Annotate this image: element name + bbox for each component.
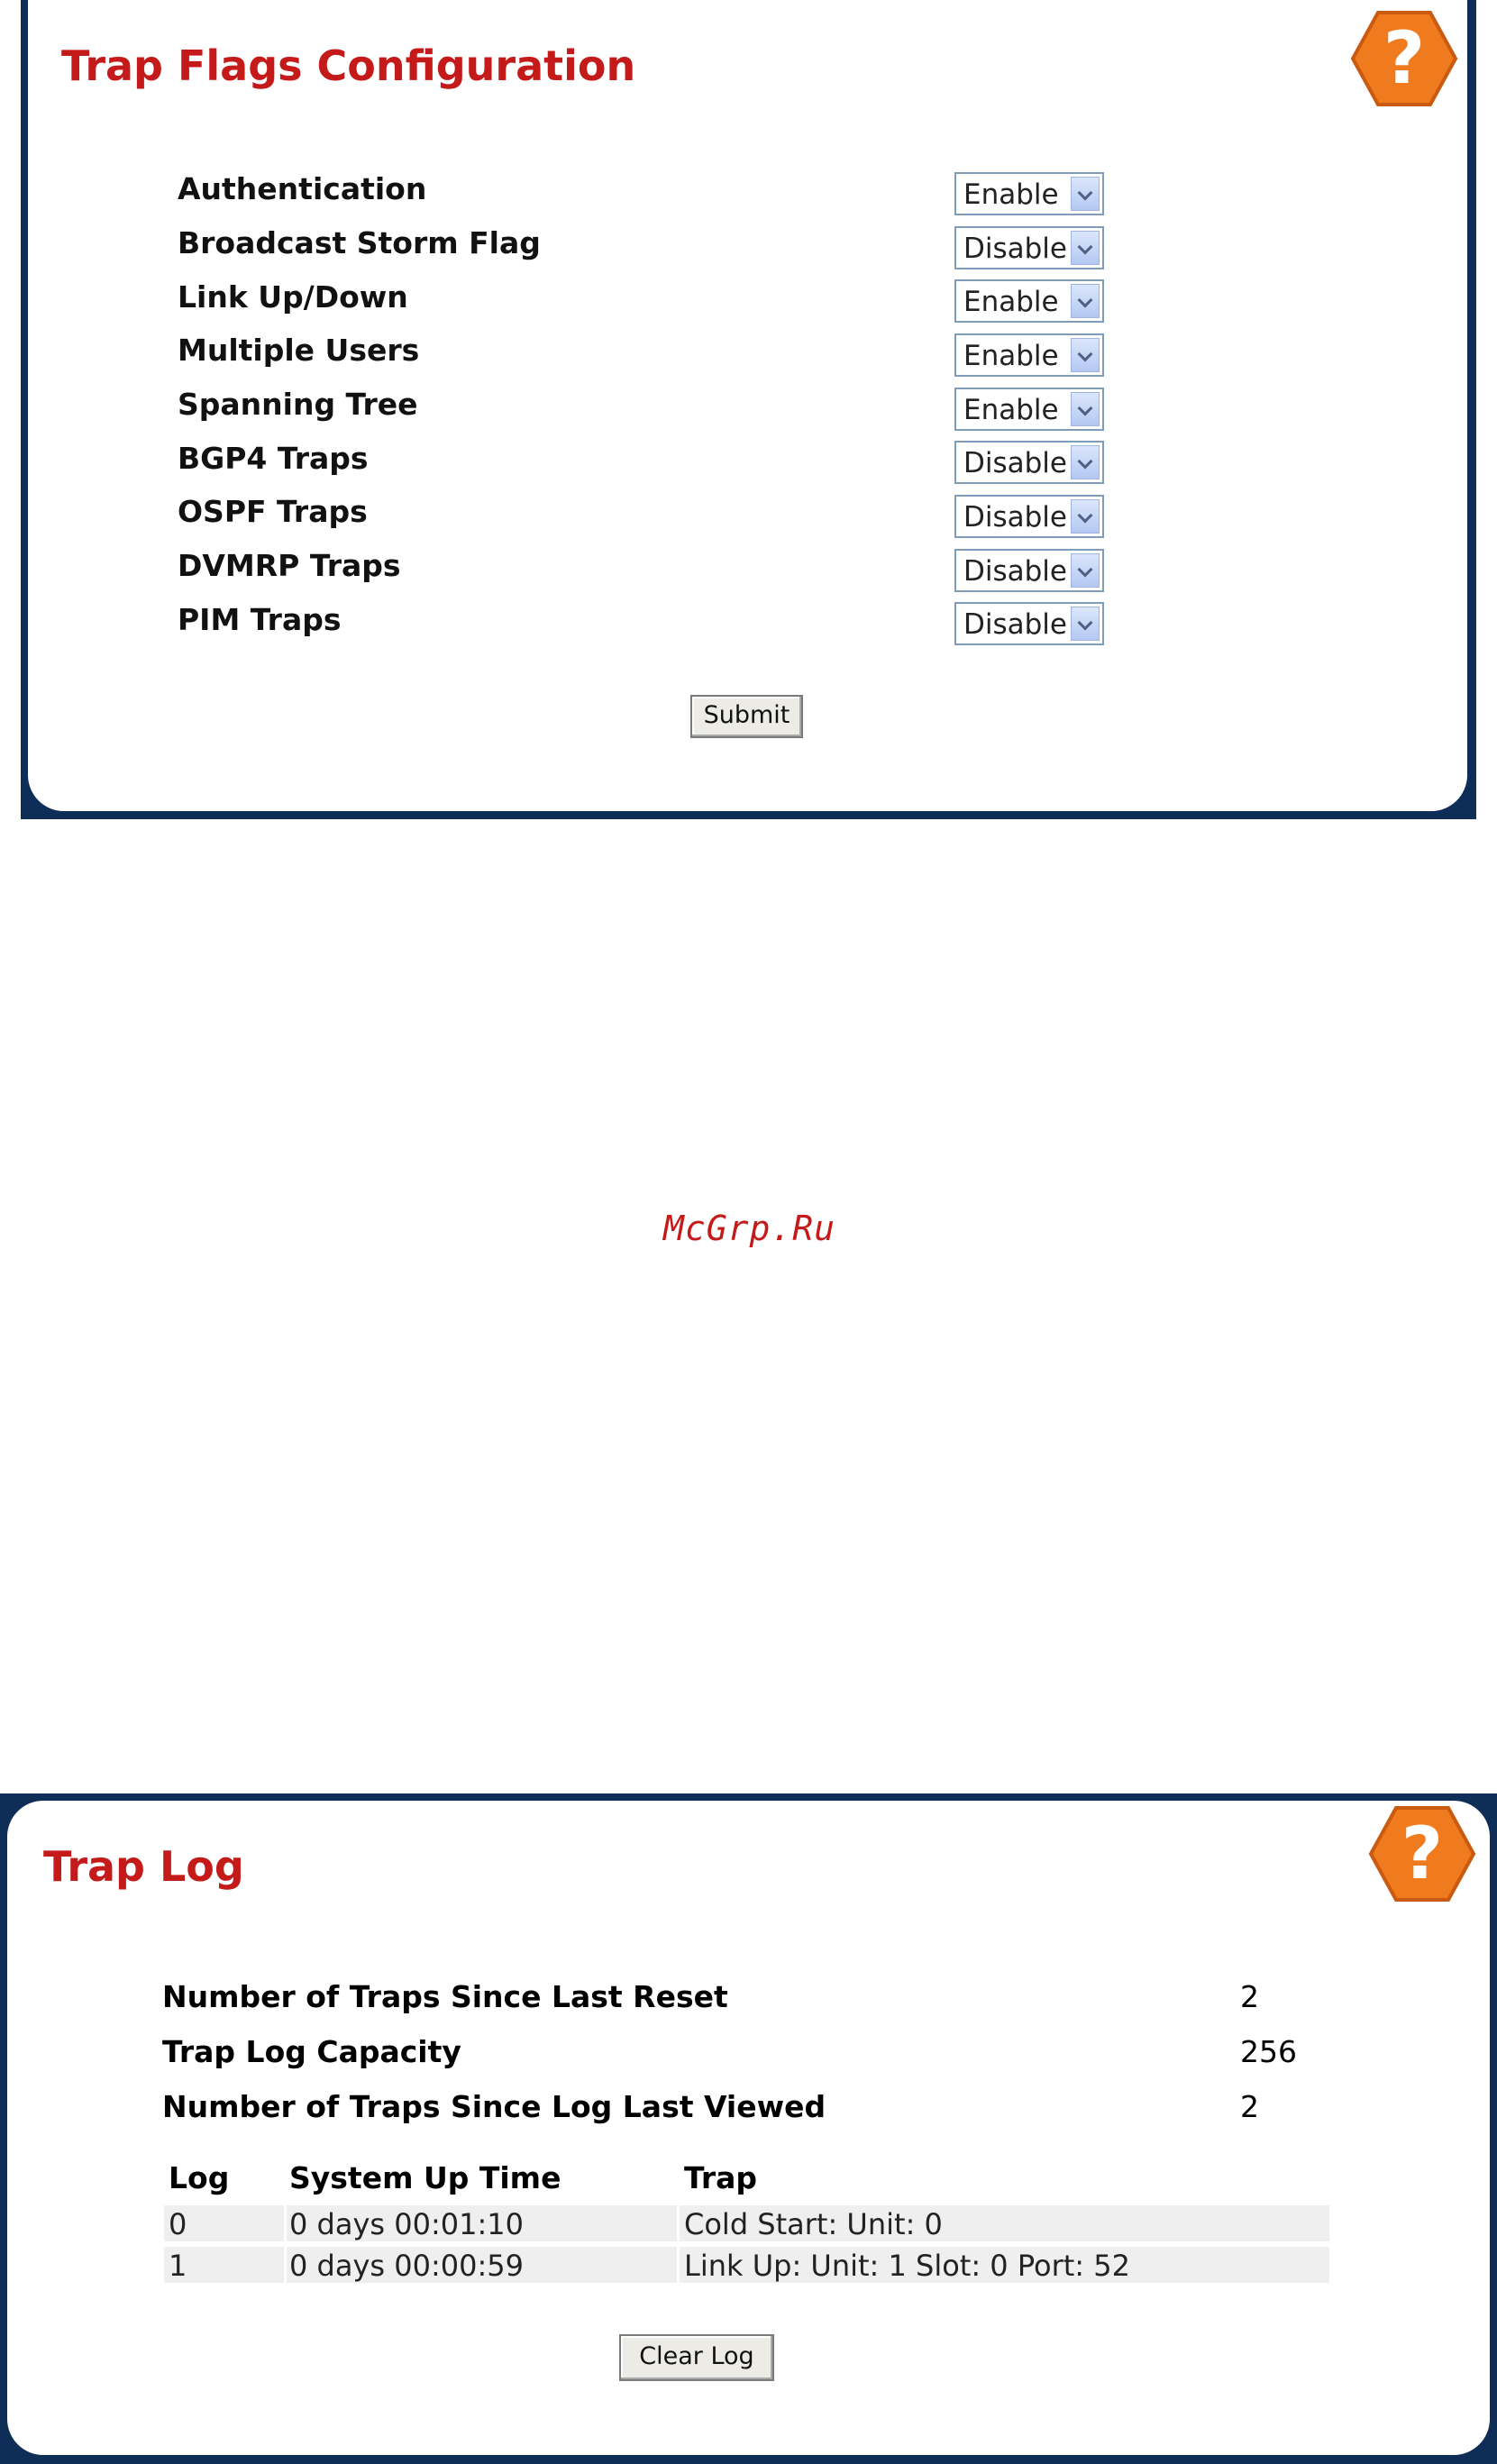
submit-button[interactable]: Submit [690,695,803,738]
svg-text:?: ? [1401,1811,1443,1895]
uptime-cell: 0 days 00:01:10 [289,2207,524,2241]
bgp4-traps-select[interactable]: Disable [954,441,1104,484]
page-title: Trap Flags Configuration [61,41,636,90]
select-value: Disable [963,608,1067,641]
chevron-down-icon[interactable] [1071,177,1100,211]
spanning-tree-label: Spanning Tree [178,387,418,422]
chevron-down-icon[interactable] [1071,338,1100,372]
clear-log-button[interactable]: Clear Log [619,2334,774,2381]
watermark-text: McGrp.Ru [663,1209,836,1248]
column-header-uptime: System Up Time [289,2160,561,2195]
chevron-down-icon[interactable] [1071,445,1100,479]
select-value: Enable [963,178,1059,211]
ospf-traps-select[interactable]: Disable [954,495,1104,538]
select-value: Disable [963,555,1067,588]
broadcast-storm-select[interactable]: Disable [954,226,1104,269]
help-icon[interactable]: ? [1349,9,1459,108]
select-value: Enable [963,286,1059,318]
trap-cell: Cold Start: Unit: 0 [684,2207,943,2241]
log-cell: 0 [169,2207,187,2241]
link-updown-label: Link Up/Down [178,279,408,315]
log-capacity-label: Trap Log Capacity [162,2034,461,2069]
authentication-select[interactable]: Enable [954,172,1104,215]
multiple-users-select[interactable]: Enable [954,333,1104,377]
traps-since-reset-label: Number of Traps Since Last Reset [162,1979,728,2014]
column-header-log: Log [169,2160,230,2195]
column-header-trap: Trap [684,2160,758,2195]
help-icon[interactable]: ? [1367,1804,1477,1903]
chevron-down-icon[interactable] [1071,499,1100,534]
ospf-traps-label: OSPF Traps [178,494,368,529]
chevron-down-icon[interactable] [1071,553,1100,588]
traps-since-viewed-label: Number of Traps Since Log Last Viewed [162,2089,826,2124]
uptime-cell: 0 days 00:00:59 [289,2249,524,2283]
chevron-down-icon[interactable] [1071,392,1100,426]
traps-since-reset-value: 2 [1240,1979,1259,2014]
log-cell: 1 [169,2249,187,2283]
svg-text:?: ? [1383,16,1425,100]
broadcast-storm-label: Broadcast Storm Flag [178,225,541,260]
chevron-down-icon[interactable] [1071,607,1100,641]
bgp4-traps-label: BGP4 Traps [178,441,369,476]
traps-since-viewed-value: 2 [1240,2089,1259,2124]
log-capacity-value: 256 [1240,2034,1297,2069]
trap-log-title: Trap Log [43,1842,244,1891]
table-row: 0 0 days 00:01:10 Cold Start: Unit: 0 [164,2205,1329,2241]
trap-cell: Link Up: Unit: 1 Slot: 0 Port: 52 [684,2249,1130,2283]
link-updown-select[interactable]: Enable [954,279,1104,323]
select-value: Disable [963,447,1067,479]
select-value: Enable [963,340,1059,372]
dvmrp-traps-select[interactable]: Disable [954,549,1104,592]
multiple-users-label: Multiple Users [178,333,420,368]
spanning-tree-select[interactable]: Enable [954,388,1104,431]
chevron-down-icon[interactable] [1071,231,1100,265]
table-row: 1 0 days 00:00:59 Link Up: Unit: 1 Slot:… [164,2247,1329,2283]
select-value: Enable [963,394,1059,426]
pim-traps-select[interactable]: Disable [954,602,1104,645]
dvmrp-traps-label: DVMRP Traps [178,548,401,583]
select-value: Disable [963,233,1067,265]
chevron-down-icon[interactable] [1071,284,1100,318]
select-value: Disable [963,501,1067,534]
authentication-label: Authentication [178,171,427,206]
pim-traps-label: PIM Traps [178,602,342,637]
